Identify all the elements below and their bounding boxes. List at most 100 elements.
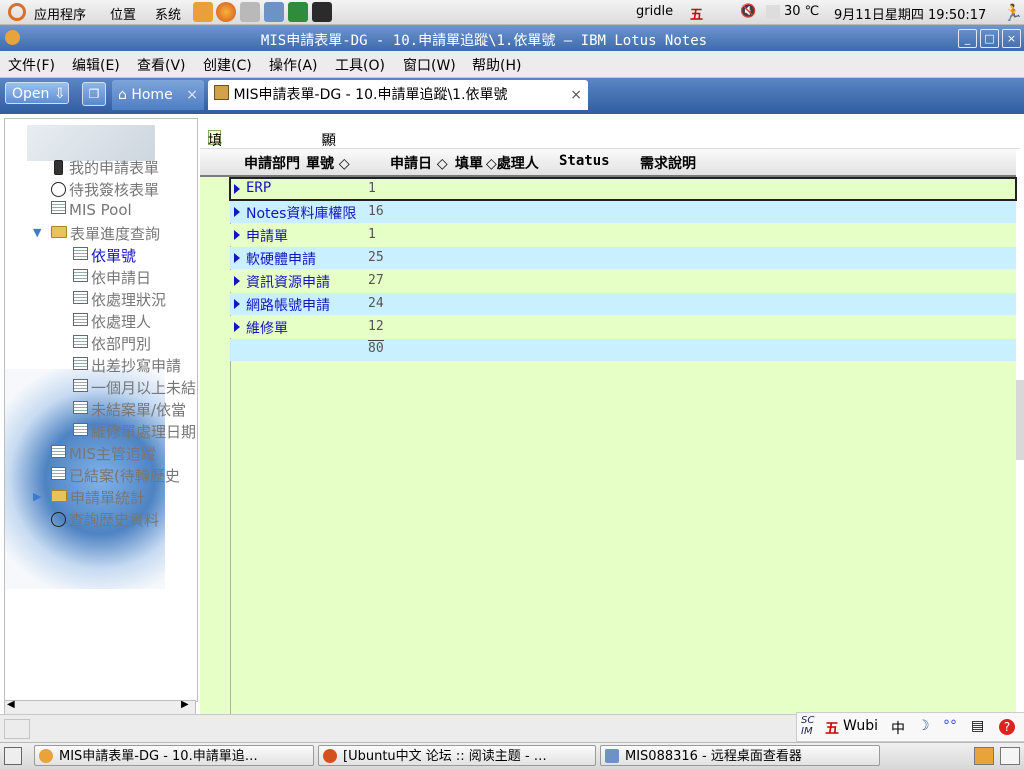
applications-menu[interactable]: 应用程序 xyxy=(34,4,86,23)
menu-window[interactable]: 窗口(W) xyxy=(403,55,456,75)
open-button[interactable]: Open ⇩ xyxy=(5,82,69,104)
column-header-status[interactable]: Status xyxy=(559,153,637,169)
scroll-right-icon[interactable]: ▶ xyxy=(181,699,189,710)
volume-icon[interactable]: 🔇 xyxy=(740,4,756,19)
nav-item[interactable]: 未結案單/依當 xyxy=(73,399,186,420)
places-menu[interactable]: 位置 xyxy=(110,4,136,23)
task-remote-desktop[interactable]: MIS088316 - 远程桌面查看器 xyxy=(600,745,880,766)
nav-item[interactable]: 依處理狀況 xyxy=(73,289,166,310)
ime-indicator[interactable]: 五 xyxy=(690,4,703,23)
table-row[interactable]: ERP 1 xyxy=(229,177,1017,201)
menu-view[interactable]: 查看(V) xyxy=(137,55,186,75)
window-title-bar[interactable]: MIS申請表單-DG - 10.申請單追蹤\1.依單號 — IBM Lotus … xyxy=(0,25,1024,51)
row-count: 25 xyxy=(368,250,384,265)
terminal-launcher-icon[interactable] xyxy=(312,2,332,22)
menu-actions[interactable]: 操作(A) xyxy=(269,55,318,75)
ubuntu-logo-icon[interactable] xyxy=(8,3,26,21)
monitor-launcher-icon[interactable] xyxy=(288,2,308,22)
column-header-filler[interactable]: 填單 xyxy=(455,153,485,173)
system-menu[interactable]: 系统 xyxy=(155,4,181,23)
temperature[interactable]: 30 ℃ xyxy=(784,4,819,19)
nav-item[interactable]: ▶ 申請單統計 xyxy=(33,487,145,508)
tab-home[interactable]: ⌂ Home × xyxy=(112,80,204,110)
wubi-label[interactable]: Wubi xyxy=(843,718,878,734)
menu-create[interactable]: 创建(C) xyxy=(203,55,252,75)
copy-window-icon[interactable]: ❐ xyxy=(82,82,106,106)
nav-item[interactable]: 維修單處理日期 xyxy=(73,421,196,442)
nav-item[interactable]: 我的申請表單 xyxy=(51,157,159,178)
moon-icon[interactable]: ☽ xyxy=(917,718,930,734)
menu-edit[interactable]: 编辑(E) xyxy=(72,55,120,75)
action-bar: 填寫申請單 ▷ 顯示水平捲軸 xyxy=(200,118,1020,249)
close-icon[interactable]: × xyxy=(1002,29,1021,48)
menu-help[interactable]: 帮助(H) xyxy=(472,55,521,75)
workspace-2[interactable] xyxy=(1000,747,1020,765)
expand-triangle-icon[interactable] xyxy=(234,184,240,194)
weather-icon xyxy=(766,5,780,19)
scroll-left-icon[interactable]: ◀ xyxy=(7,699,15,710)
table-row[interactable]: 資訊資源申請 27 xyxy=(230,270,1016,292)
scim-icon[interactable]: SC IM xyxy=(801,715,814,737)
task-lotus-notes[interactable]: MIS申請表單-DG - 10.申請單追… xyxy=(34,745,314,766)
minimize-icon[interactable]: _ xyxy=(958,29,977,48)
expand-triangle-icon[interactable] xyxy=(234,207,240,217)
view-icon xyxy=(51,445,66,458)
tab-home-close-icon[interactable]: × xyxy=(186,80,198,110)
expand-triangle-icon[interactable] xyxy=(234,299,240,309)
nav-item[interactable]: 依單號 xyxy=(73,245,136,266)
package-launcher-icon[interactable] xyxy=(240,2,260,22)
nav-item[interactable]: 待我簽核表單 xyxy=(51,179,159,200)
pane-splitter[interactable] xyxy=(1016,380,1024,460)
help-icon[interactable]: ? xyxy=(999,719,1015,735)
expand-triangle-icon[interactable] xyxy=(234,276,240,286)
workspace-1[interactable] xyxy=(974,747,994,765)
punct-icon[interactable]: °° xyxy=(943,718,957,734)
table-row[interactable]: 軟硬體申請 25 xyxy=(230,247,1016,269)
column-header-number[interactable]: 單號 ◇ xyxy=(306,153,364,173)
task-firefox[interactable]: [Ubuntu中文 论坛 :: 阅读主题 - … xyxy=(318,745,596,766)
nav-item[interactable]: MIS Pool xyxy=(51,201,132,219)
expand-triangle-icon[interactable] xyxy=(234,253,240,263)
firefox-launcher-icon[interactable] xyxy=(216,2,236,22)
nav-item[interactable]: 查詢歷史資料 xyxy=(51,509,159,530)
notes-launcher-icon[interactable] xyxy=(193,2,213,22)
maximize-icon[interactable]: □ xyxy=(980,29,999,48)
expanded-triangle-icon[interactable]: ▼ xyxy=(33,226,41,239)
tab-active-view[interactable]: MIS申請表單-DG - 10.申請單追蹤\1.依單號 × xyxy=(208,80,588,110)
keyboard-icon[interactable]: ▤ xyxy=(971,718,984,734)
collapsed-triangle-icon[interactable]: ▶ xyxy=(33,490,41,503)
table-row[interactable]: 申請單 1 xyxy=(230,224,1016,246)
row-category: 申請單 xyxy=(246,229,288,245)
column-header-description[interactable]: 需求說明 xyxy=(640,153,740,173)
nav-item[interactable]: MIS主管追蹤 xyxy=(51,443,156,464)
navigator-horizontal-scrollbar[interactable]: ◀ ▶ xyxy=(4,699,196,715)
menu-tools[interactable]: 工具(O) xyxy=(335,55,385,75)
nav-item[interactable]: 出差抄寫申請 xyxy=(73,355,181,376)
show-desktop-icon[interactable] xyxy=(4,747,22,765)
nav-item[interactable]: 一個月以上未結 xyxy=(73,377,196,398)
logout-icon[interactable]: 🏃 xyxy=(1003,3,1023,22)
column-header-date[interactable]: 申請日 ◇ xyxy=(390,153,452,173)
network-launcher-icon[interactable] xyxy=(264,2,284,22)
clock[interactable]: 9月11日星期四 19:50:17 xyxy=(834,4,986,23)
selection-margin[interactable] xyxy=(200,177,231,714)
user-name[interactable]: gridle xyxy=(636,4,673,19)
nav-item[interactable]: 依部門別 xyxy=(73,333,151,354)
table-row[interactable]: Notes資料庫權限 16 xyxy=(230,201,1016,223)
nav-item[interactable]: 依處理人 xyxy=(73,311,151,332)
expand-triangle-icon[interactable] xyxy=(234,230,240,240)
expand-triangle-icon[interactable] xyxy=(234,322,240,332)
menu-file[interactable]: 文件(F) xyxy=(8,55,55,75)
wubi-glyph[interactable]: 五 xyxy=(825,718,839,738)
nav-item[interactable]: 已結案(待轉歷史 xyxy=(51,465,180,486)
view-icon xyxy=(73,357,88,370)
column-header-handler[interactable]: ◇處理人 xyxy=(486,153,556,173)
table-row[interactable]: 網路帳號申請 24 xyxy=(230,293,1016,315)
lang-toggle[interactable]: 中 xyxy=(891,718,905,738)
nav-item[interactable]: ▼ 表單進度查詢 xyxy=(33,223,160,244)
status-field[interactable] xyxy=(4,719,30,739)
column-header-department[interactable]: 申請部門 xyxy=(244,153,304,173)
nav-item[interactable]: 依申請日 xyxy=(73,267,151,288)
table-row[interactable]: 維修單 12 xyxy=(230,316,1016,338)
tab-active-close-icon[interactable]: × xyxy=(570,80,582,110)
